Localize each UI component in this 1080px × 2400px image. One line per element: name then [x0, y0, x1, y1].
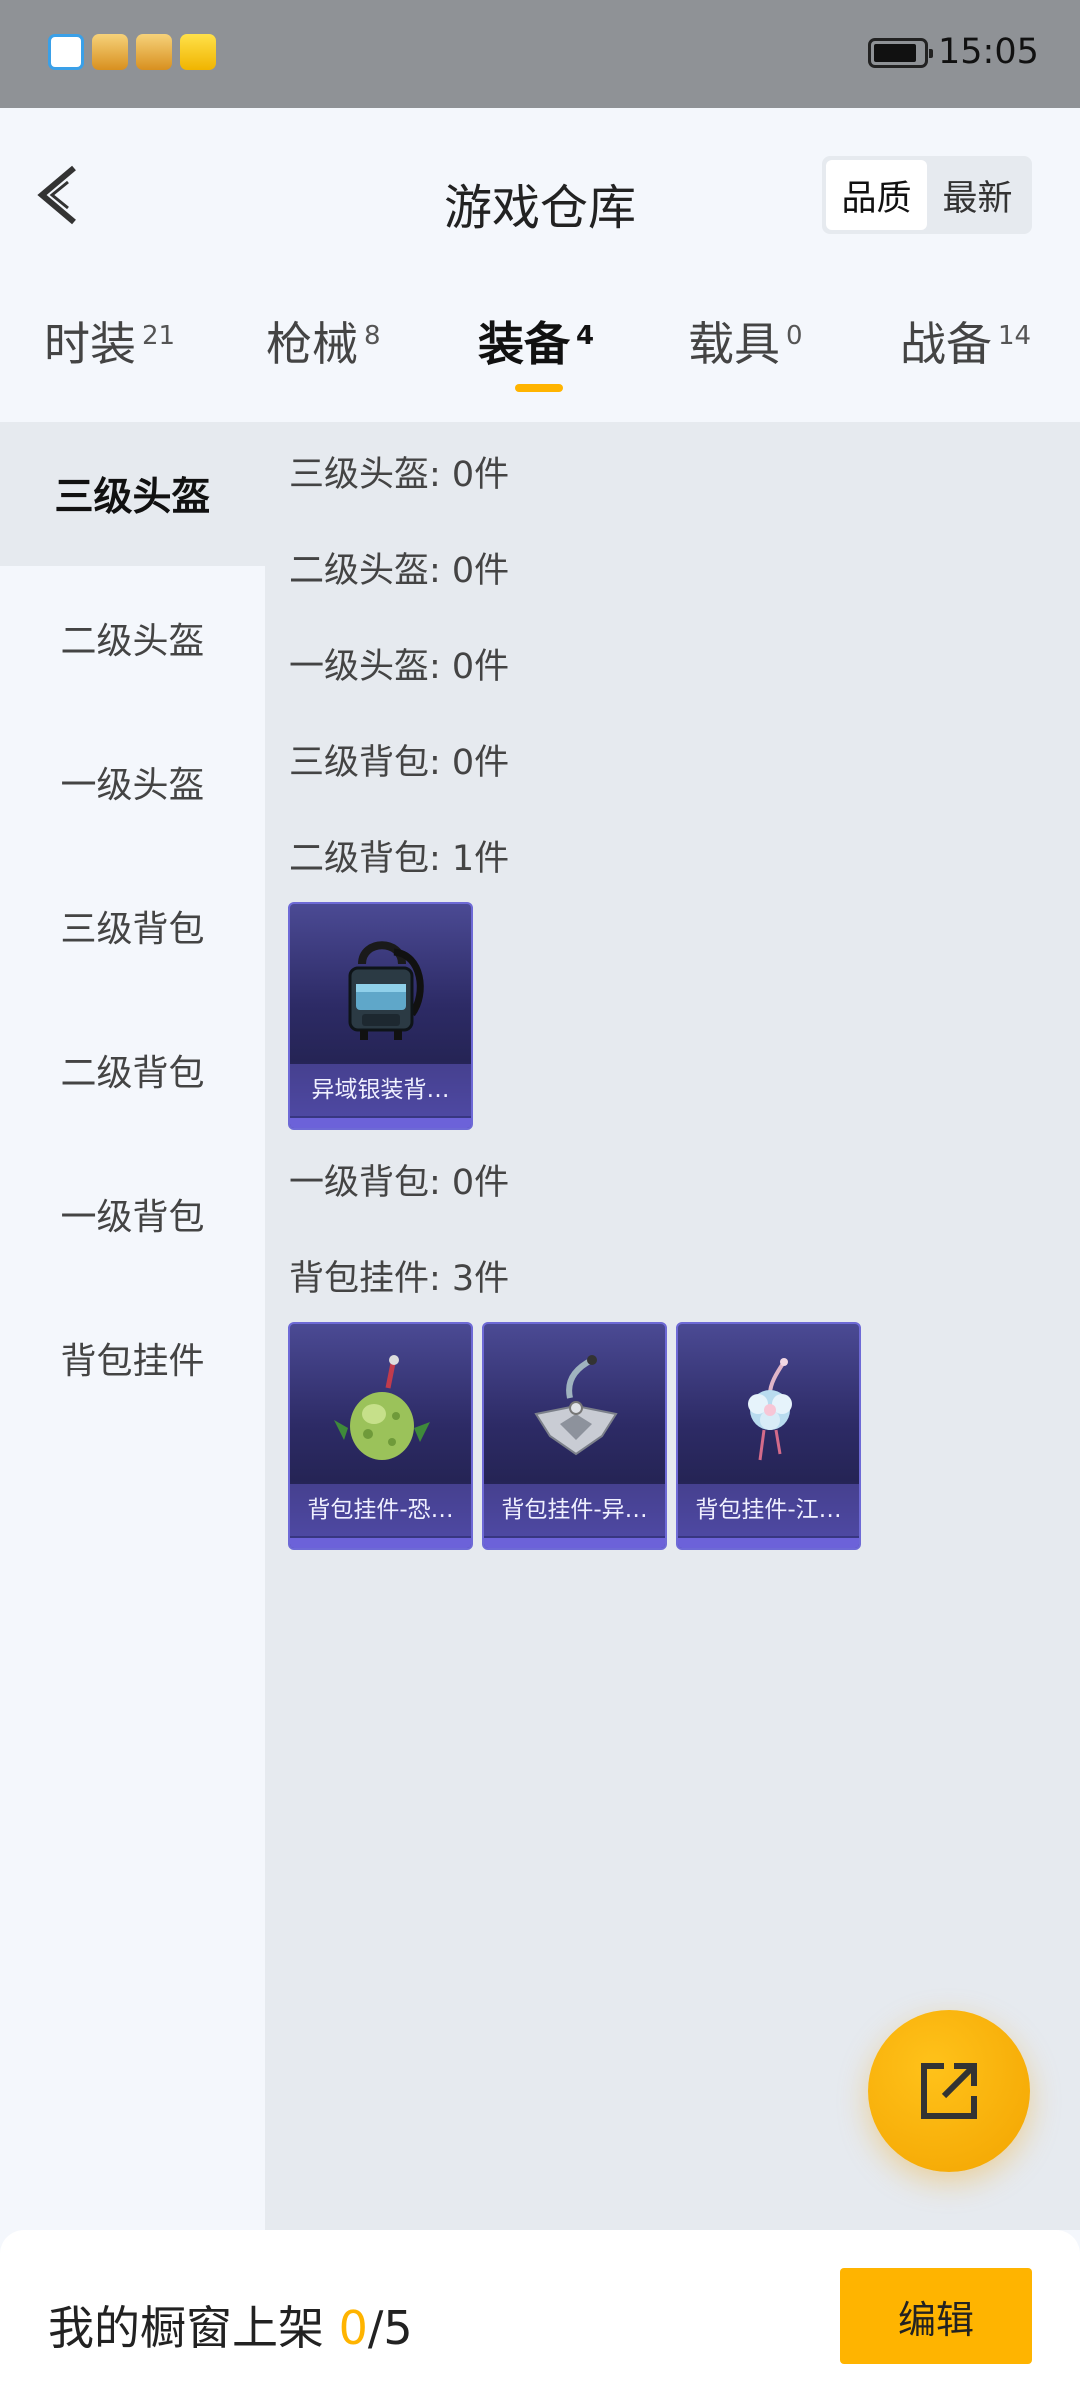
active-tab-indicator [515, 384, 563, 392]
battery-icon [868, 38, 933, 68]
header: 游戏仓库 品质 最新 [0, 108, 1080, 278]
tab-count: 4 [576, 320, 595, 351]
pokemon-app-icon [180, 34, 216, 70]
content-panel: 三级头盔: 0件 二级头盔: 0件 一级头盔: 0件 三级背包: 0件 二级背包… [265, 422, 1080, 2230]
sidebar-item-helmet-lv3[interactable]: 三级头盔 [0, 422, 265, 566]
edit-button[interactable]: 编辑 [840, 2268, 1032, 2364]
tab-equipment[interactable]: 装备 4 [478, 308, 594, 374]
category-tabs: 时装 21 枪械 8 装备 4 载具 0 战备 14 [0, 278, 1080, 418]
tab-fashion[interactable]: 时装 21 [44, 308, 175, 374]
category-label: 三级头盔: 0件 [289, 455, 510, 495]
showcase-count: 0 [338, 2301, 368, 2355]
sidebar-item-backpack-lv1[interactable]: 一级背包 [0, 1142, 265, 1286]
item-card[interactable]: 异域银装背… [288, 902, 473, 1130]
bottom-bar: 我的橱窗上架 0/5 编辑 [0, 2230, 1080, 2400]
tab-count: 21 [142, 320, 176, 351]
status-time: 15:05 [938, 32, 1039, 72]
sidebar-item-backpack-lv2[interactable]: 二级背包 [0, 998, 265, 1142]
game-app-icon [92, 34, 128, 70]
backpack-icon [348, 941, 424, 1040]
category-label: 二级背包: 1件 [289, 839, 510, 879]
tab-vehicles[interactable]: 载具 0 [688, 308, 803, 374]
showcase-total: /5 [367, 2301, 413, 2355]
dino-egg-charm-icon [334, 1355, 430, 1460]
sort-toggle: 品质 最新 [822, 156, 1032, 234]
sidebar-item-backpack-lv3[interactable]: 三级背包 [0, 854, 265, 998]
showcase-label: 我的橱窗上架 [48, 2301, 324, 2355]
category-label: 背包挂件: 3件 [289, 1259, 510, 1299]
sidebar: 三级头盔 二级头盔 一级头盔 三级背包 二级背包 一级背包 背包挂件 [0, 422, 265, 2230]
qq-icon [48, 34, 84, 70]
item-name: 背包挂件-恐… [290, 1484, 471, 1536]
status-bar: 15:05 [0, 0, 1080, 108]
showcase-status: 我的橱窗上架 0/5 [48, 2292, 413, 2358]
category-label: 二级头盔: 0件 [289, 551, 510, 591]
game-app-icon [136, 34, 172, 70]
tab-count: 8 [364, 320, 381, 351]
category-label: 一级背包: 0件 [289, 1163, 510, 1203]
share-button[interactable] [868, 2010, 1030, 2172]
flower-charm-icon [748, 1358, 792, 1461]
share-icon [921, 2063, 977, 2119]
category-label: 三级背包: 0件 [289, 743, 510, 783]
notification-icons [48, 34, 216, 70]
item-name: 背包挂件-异… [484, 1484, 665, 1536]
tab-count: 14 [998, 320, 1032, 351]
tab-count: 0 [786, 320, 803, 351]
sidebar-item-backpack-charm[interactable]: 背包挂件 [0, 1286, 265, 1430]
item-name: 背包挂件-江… [678, 1484, 859, 1536]
tab-guns[interactable]: 枪械 8 [266, 308, 381, 374]
tab-supplies[interactable]: 战备 14 [900, 308, 1031, 374]
sort-newest-button[interactable]: 最新 [927, 160, 1028, 230]
item-name: 异域银装背… [290, 1064, 471, 1116]
sort-quality-button[interactable]: 品质 [826, 160, 927, 230]
item-card[interactable]: 背包挂件-江… [676, 1322, 861, 1550]
item-card[interactable]: 背包挂件-恐… [288, 1322, 473, 1550]
item-card[interactable]: 背包挂件-异… [482, 1322, 667, 1550]
silver-wing-charm-icon [534, 1355, 618, 1456]
sidebar-item-helmet-lv2[interactable]: 二级头盔 [0, 566, 265, 710]
category-label: 一级头盔: 0件 [289, 647, 510, 687]
sidebar-item-helmet-lv1[interactable]: 一级头盔 [0, 710, 265, 854]
